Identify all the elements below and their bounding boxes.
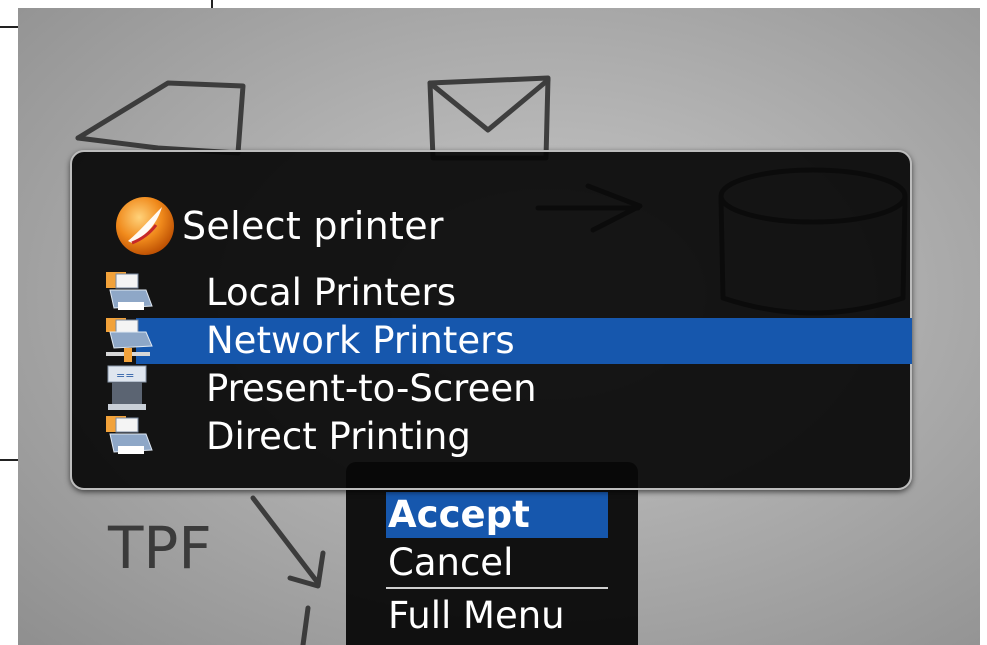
app-logo-icon xyxy=(116,197,174,255)
svg-text:==: == xyxy=(116,369,134,382)
camera-viewfinder: TPF Accept Cancel Full Menu Select print… xyxy=(18,8,980,645)
cancel-menu-item[interactable]: Cancel xyxy=(386,540,608,586)
printer-option-label: Network Printers xyxy=(206,318,515,362)
menu-separator xyxy=(386,587,608,589)
printer-option-label: Local Printers xyxy=(206,270,457,314)
network-printer-icon xyxy=(106,318,153,362)
printer-list: Local Printers Network Printers == Prese… xyxy=(102,268,912,460)
printer-option-local[interactable]: Local Printers xyxy=(102,268,884,316)
printer-option-present-to-screen[interactable]: == Present-to-Screen xyxy=(102,364,884,412)
sketch-label: TPF xyxy=(107,514,212,582)
printer-icon xyxy=(106,416,153,454)
dialog-header: Select printer xyxy=(114,194,444,258)
printer-option-network[interactable]: Network Printers xyxy=(102,316,912,364)
printer-option-label: Direct Printing xyxy=(206,414,471,458)
printer-option-direct[interactable]: Direct Printing xyxy=(102,412,884,460)
projector-icon: == xyxy=(107,365,147,410)
dialog-title: Select printer xyxy=(182,204,444,248)
printer-icon xyxy=(106,272,153,310)
printer-option-label: Present-to-Screen xyxy=(206,366,537,410)
full-menu-item[interactable]: Full Menu xyxy=(386,593,608,639)
select-printer-dialog: Select printer Local Printers Network Pr… xyxy=(70,150,912,490)
accept-menu-item[interactable]: Accept xyxy=(386,492,608,538)
